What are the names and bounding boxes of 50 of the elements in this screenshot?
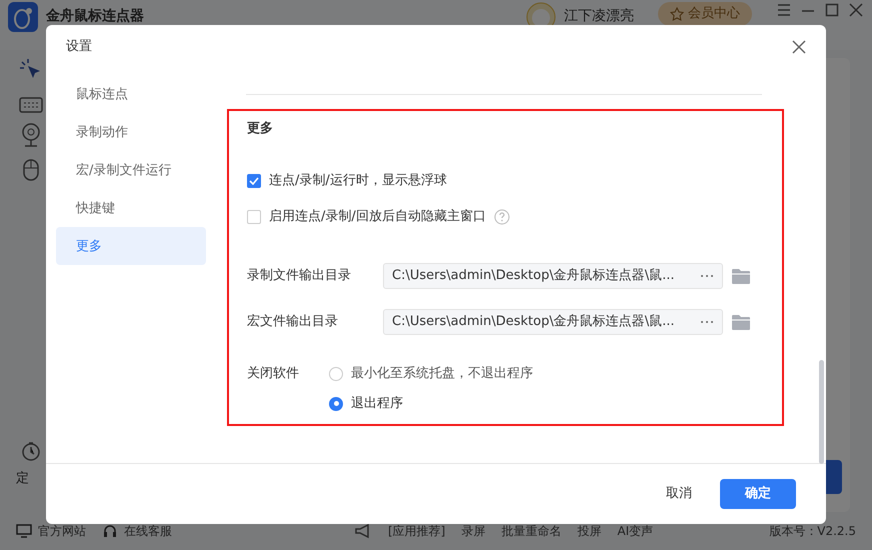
star-icon [670, 6, 684, 21]
app-title: 金舟鼠标连点器 [46, 6, 144, 26]
close-icon[interactable] [848, 2, 864, 18]
path-label: 宏文件输出目录 [247, 312, 339, 331]
sidebar-label[interactable]: 定 [0, 468, 29, 488]
settings-nav-item[interactable]: 宏/录制文件运行 [56, 151, 206, 189]
cancel-button[interactable]: 取消 [654, 478, 704, 510]
vip-center-button[interactable]: 会员中心 [658, 2, 752, 26]
headset-icon[interactable] [102, 523, 118, 539]
close-option-label: 关闭软件 [247, 364, 300, 382]
folder-icon[interactable] [731, 266, 751, 284]
promo-link[interactable]: 批量重命名 [501, 522, 562, 540]
radio-button[interactable] [329, 396, 343, 410]
checkmark-icon [249, 176, 259, 184]
checkbox[interactable] [247, 210, 261, 224]
monitor-icon[interactable] [16, 524, 32, 538]
ellipsis-icon[interactable] [700, 320, 714, 324]
webcam-icon[interactable] [20, 122, 42, 148]
support-link[interactable]: 在线客服 [124, 522, 172, 540]
settings-nav-item[interactable]: 更多 [56, 227, 206, 265]
ellipsis-icon[interactable] [700, 274, 714, 278]
checkbox-label: 连点/录制/运行时，显示悬浮球 [269, 172, 447, 190]
settings-nav-item[interactable]: 快捷键 [56, 189, 206, 227]
promo-link[interactable]: 投屏 [577, 522, 602, 540]
radio-label: 最小化至系统托盘，不退出程序 [351, 364, 533, 383]
path-label: 录制文件输出目录 [247, 266, 352, 285]
promo-label: [应用推荐] [388, 523, 446, 540]
folder-icon[interactable] [731, 312, 751, 330]
promo-link[interactable]: AI变声 [617, 522, 654, 540]
dialog-title: 设置 [66, 38, 92, 56]
settings-nav-item[interactable]: 录制动作 [56, 113, 206, 151]
user-name[interactable]: 江下凌漂亮 [564, 6, 634, 27]
website-link[interactable]: 官方网站 [38, 522, 86, 540]
radio-label: 退出程序 [351, 394, 403, 413]
menu-icon[interactable] [776, 2, 792, 18]
section-title: 更多 [247, 120, 274, 138]
directory-field[interactable]: C:\Users\admin\Desktop\金舟鼠标连点器\鼠... [383, 262, 723, 288]
radio-button[interactable] [329, 366, 343, 380]
megaphone-icon [354, 523, 372, 539]
confirm-button[interactable]: 确定 [720, 479, 796, 509]
directory-field[interactable]: C:\Users\admin\Desktop\金舟鼠标连点器\鼠... [383, 308, 723, 334]
version-text: 版本号：V2.2.5 [769, 523, 856, 540]
checkbox[interactable] [247, 174, 261, 188]
scrollbar-thumb[interactable] [819, 360, 824, 464]
timer-icon[interactable] [21, 440, 41, 460]
promo-link[interactable]: 录屏 [461, 522, 486, 540]
maximize-icon[interactable] [824, 2, 840, 18]
checkbox-label: 启用连点/录制/回放后自动隐藏主窗口 [269, 208, 486, 226]
close-icon[interactable] [792, 40, 806, 54]
settings-nav-item[interactable]: 鼠标连点 [56, 75, 206, 113]
